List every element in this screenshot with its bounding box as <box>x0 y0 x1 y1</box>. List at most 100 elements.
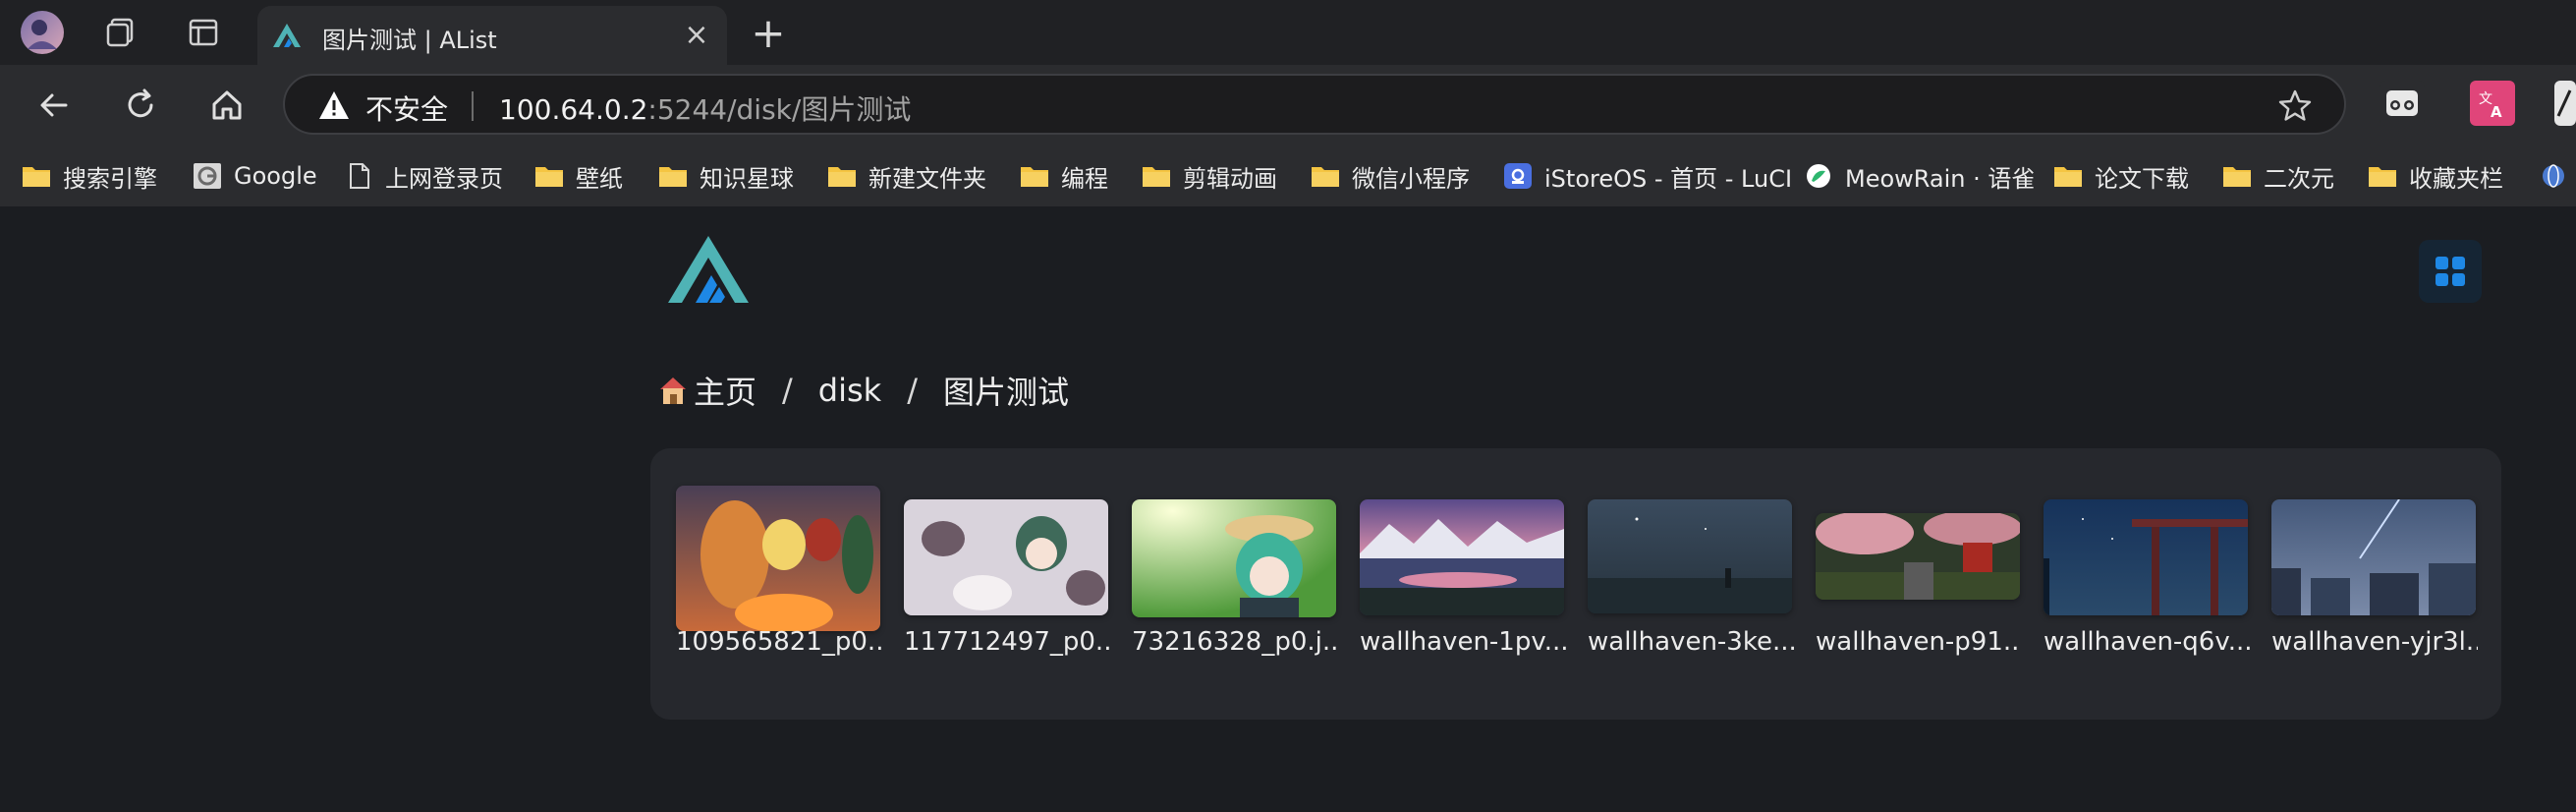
translate-extension-icon: 文 A <box>2479 91 2502 120</box>
new-tab-button[interactable]: + <box>747 12 790 55</box>
folder-icon <box>2223 167 2251 187</box>
istore-favicon-icon <box>1504 163 1532 189</box>
image-item[interactable]: wallhaven-3ke... <box>1588 448 1794 720</box>
tab-actions-button[interactable] <box>179 8 228 57</box>
bookmark-item[interactable]: 上网登录页 <box>344 157 503 195</box>
vertical-tabs-icon <box>189 19 218 46</box>
image-filename[interactable]: 117712497_p0.... <box>904 627 1110 657</box>
folder-icon <box>23 167 50 187</box>
image-filename[interactable]: wallhaven-q6v... <box>2044 627 2250 657</box>
image-item[interactable]: 109565821_p0.... <box>676 448 882 720</box>
bookmark-item[interactable]: Google <box>193 157 317 195</box>
breadcrumb-separator: / <box>782 372 793 409</box>
image-thumbnail[interactable] <box>1132 499 1336 617</box>
image-grid: 109565821_p0.... 117712497_p0.... 732163… <box>650 448 2501 720</box>
close-tab-icon[interactable]: × <box>680 18 713 52</box>
folder-icon <box>1143 167 1170 187</box>
yuque-favicon-icon <box>1807 164 1830 188</box>
bookmark-item[interactable]: 新建文件夹 <box>827 157 986 195</box>
extension-reader-button[interactable] <box>2380 81 2425 126</box>
bookmark-item[interactable]: 收藏夹栏 <box>2368 157 2503 195</box>
bookmark-item[interactable]: 搜索引擎 <box>22 157 157 195</box>
bookmark-item[interactable]: iStoreOS - 首页 - LuCI <box>1503 157 1792 195</box>
image-item[interactable]: wallhaven-1pv... <box>1360 448 1566 720</box>
bookmark-item[interactable]: 剪辑动画 <box>1142 157 1277 195</box>
shrine-garden-thumbnail <box>1816 513 2020 600</box>
bookmark-label: 上网登录页 <box>385 164 503 193</box>
breadcrumb-home[interactable]: 主页 <box>694 368 756 413</box>
bookmark-label: Google <box>234 162 317 190</box>
profile-avatar[interactable] <box>18 8 67 57</box>
image-filename[interactable]: 73216328_p0.j... <box>1132 627 1338 657</box>
refresh-button[interactable] <box>116 81 165 130</box>
extension-translate-button[interactable]: 文 A <box>2470 81 2515 126</box>
image-thumbnail[interactable] <box>676 486 880 631</box>
image-thumbnail[interactable] <box>1360 499 1564 615</box>
bookmark-item[interactable]: 二次元 <box>2222 157 2334 195</box>
mountain-lake-thumbnail <box>1360 499 1564 615</box>
folder-icon <box>659 167 687 187</box>
image-item[interactable]: wallhaven-q6v... <box>2044 448 2250 720</box>
alist-page: 主页 / disk / 图片测试 109565821_p0.... 117712… <box>6 210 2576 812</box>
image-thumbnail[interactable] <box>904 499 1108 615</box>
url-path: :5244/disk/图片测试 <box>647 93 912 126</box>
bookmark-overflow[interactable] <box>2539 157 2576 195</box>
favorite-star-icon[interactable] <box>2277 88 2313 124</box>
collections-button[interactable] <box>96 8 145 57</box>
bookmark-label: 知识星球 <box>700 164 794 193</box>
refresh-icon <box>128 88 153 118</box>
bookmark-label: 微信小程序 <box>1352 164 1470 193</box>
bookmark-label: 剪辑动画 <box>1183 164 1277 193</box>
bookmark-item[interactable]: 编程 <box>1020 157 1108 195</box>
image-filename[interactable]: wallhaven-yjr3l... <box>2271 627 2478 657</box>
bookmark-label: 新建文件夹 <box>868 164 986 193</box>
security-status[interactable]: 不安全 <box>365 88 448 128</box>
collections-icon <box>106 18 134 47</box>
image-thumbnail[interactable] <box>1588 499 1792 613</box>
google-favicon-icon <box>194 163 221 189</box>
bookmark-item[interactable]: 微信小程序 <box>1311 157 1470 195</box>
image-thumbnail[interactable] <box>2044 499 2248 615</box>
bookmark-label: 收藏夹栏 <box>2409 164 2503 193</box>
address-bar[interactable]: 不安全 100.64.0.2:5244/disk/图片测试 <box>283 74 2346 135</box>
home-icon <box>212 90 242 120</box>
grid-view-icon <box>2436 257 2465 286</box>
image-item[interactable]: wallhaven-p91... <box>1816 448 2022 720</box>
extension-more-button[interactable] <box>2554 81 2576 126</box>
breadcrumb-disk[interactable]: disk <box>818 372 881 409</box>
url-host: 100.64.0.2 <box>499 93 648 126</box>
home-button[interactable] <box>202 81 252 130</box>
image-filename[interactable]: 109565821_p0.... <box>676 627 882 657</box>
folder-icon <box>2369 167 2396 187</box>
anime-green-hair-thumbnail <box>1132 499 1336 617</box>
bookmark-item[interactable]: MeowRain · 语雀 <box>1804 157 2035 195</box>
alist-logo-icon[interactable] <box>666 234 751 305</box>
city-comet-thumbnail <box>2271 499 2476 615</box>
page-icon <box>350 163 369 189</box>
image-thumbnail[interactable] <box>2271 499 2476 615</box>
folder-icon <box>535 167 563 187</box>
tab-active[interactable]: 图片测试 | AList × <box>257 6 727 65</box>
bookmark-item[interactable]: 知识星球 <box>658 157 794 195</box>
bookmark-item[interactable]: 论文下载 <box>2053 157 2189 195</box>
url-text[interactable]: 100.64.0.2:5244/disk/图片测试 <box>499 88 911 128</box>
bookmark-label: 搜索引擎 <box>63 164 157 193</box>
layout-toggle-button[interactable] <box>2419 240 2482 303</box>
breadcrumb: 主页 / disk / 图片测试 <box>656 368 1069 413</box>
image-item[interactable]: 73216328_p0.j... <box>1132 448 1338 720</box>
browser-toolbar: 不安全 100.64.0.2:5244/disk/图片测试 文 A <box>0 65 2576 145</box>
home-emoji-icon <box>660 377 686 404</box>
back-button[interactable] <box>29 81 79 130</box>
avatar-icon <box>21 11 64 54</box>
tab-strip: 图片测试 | AList × + <box>0 0 2576 65</box>
breadcrumb-current[interactable]: 图片测试 <box>943 368 1069 413</box>
image-thumbnail[interactable] <box>1816 513 2020 600</box>
anime-catgirl-thumbnail <box>904 499 1108 615</box>
bookmark-item[interactable]: 壁纸 <box>534 157 623 195</box>
image-filename[interactable]: wallhaven-1pv... <box>1360 627 1566 657</box>
image-filename[interactable]: wallhaven-3ke... <box>1588 627 1794 657</box>
image-item[interactable]: 117712497_p0.... <box>904 448 1110 720</box>
image-item[interactable]: wallhaven-yjr3l... <box>2271 448 2478 720</box>
warning-icon[interactable] <box>318 90 350 120</box>
image-filename[interactable]: wallhaven-p91... <box>1816 627 2022 657</box>
